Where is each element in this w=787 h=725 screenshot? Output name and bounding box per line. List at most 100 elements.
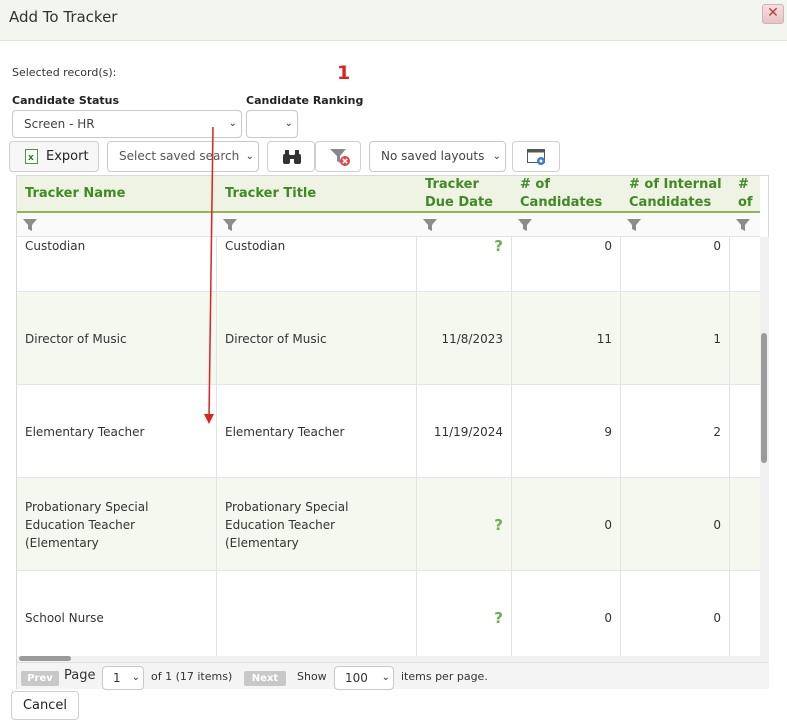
cell-tracker-title: Probationary Special Education Teacher (… bbox=[217, 478, 417, 571]
col-header-due-date[interactable]: Tracker Due Date bbox=[417, 176, 512, 211]
cell-tracker-name: School Nurse bbox=[17, 571, 217, 656]
vertical-scroll-thumb[interactable] bbox=[761, 333, 767, 463]
per-page-label: items per page. bbox=[401, 670, 488, 683]
cell-tracker-name: Custodian bbox=[17, 237, 217, 292]
col-header-tracker-title[interactable]: Tracker Title bbox=[217, 176, 417, 211]
export-label: Export bbox=[46, 149, 89, 164]
layout-settings-button[interactable] bbox=[512, 141, 560, 172]
filter-row bbox=[17, 213, 760, 237]
chevron-down-icon: ⌄ bbox=[492, 151, 501, 162]
cell-due-date: ? bbox=[417, 478, 512, 571]
cell-candidates: 0 bbox=[512, 571, 621, 656]
cell-tracker-title: Custodian bbox=[217, 237, 417, 292]
dialog-title: Add To Tracker bbox=[9, 8, 118, 26]
unknown-date-icon: ? bbox=[494, 237, 503, 255]
cell-candidates: 0 bbox=[512, 237, 621, 292]
filter-icon[interactable] bbox=[736, 219, 750, 231]
search-button[interactable] bbox=[267, 141, 315, 172]
cell-tracker-name: Elementary Teacher bbox=[17, 385, 217, 478]
unknown-date-icon: ? bbox=[494, 515, 503, 534]
saved-search-value: Select saved search bbox=[119, 149, 240, 163]
candidate-status-label: Candidate Status bbox=[12, 94, 120, 107]
page-label: Page bbox=[64, 668, 96, 683]
col-header-internal-candidates[interactable]: # of Internal Candidates bbox=[621, 176, 730, 211]
cell-extra bbox=[730, 571, 760, 656]
candidate-status-select[interactable]: Screen - HR ⌄ bbox=[12, 110, 242, 138]
table-row[interactable]: Director of Music Director of Music 11/8… bbox=[17, 292, 760, 385]
cell-extra bbox=[730, 478, 760, 571]
show-label: Show bbox=[297, 670, 327, 683]
filter-icon[interactable] bbox=[627, 219, 641, 231]
table-row[interactable]: Elementary Teacher Elementary Teacher 11… bbox=[17, 385, 760, 478]
cancel-button[interactable]: Cancel bbox=[11, 691, 79, 720]
pager: Prev Page 1 ⌄ of 1 (17 items) Next Show … bbox=[17, 662, 769, 690]
unknown-date-icon: ? bbox=[494, 608, 503, 627]
chevron-down-icon: ⌄ bbox=[228, 118, 237, 129]
next-page-button[interactable]: Next bbox=[244, 671, 286, 686]
export-button[interactable]: x Export bbox=[9, 141, 99, 172]
close-icon: ✕ bbox=[767, 5, 779, 21]
clear-filter-button[interactable] bbox=[315, 141, 361, 172]
cell-internal-candidates: 0 bbox=[621, 571, 730, 656]
saved-layouts-value: No saved layouts bbox=[381, 149, 485, 163]
clear-filter-icon bbox=[330, 149, 350, 166]
cell-extra bbox=[730, 237, 760, 292]
cell-extra bbox=[730, 292, 760, 385]
cell-tracker-name: Probationary Special Education Teacher (… bbox=[17, 478, 217, 571]
candidate-ranking-select[interactable]: ⌄ bbox=[246, 110, 298, 138]
saved-layouts-select[interactable]: No saved layouts ⌄ bbox=[369, 141, 506, 172]
page-size-value: 100 bbox=[345, 671, 368, 685]
cell-due-date: ? bbox=[417, 571, 512, 656]
binoculars-icon bbox=[283, 150, 301, 164]
cell-due-date: ? bbox=[417, 237, 512, 292]
prev-page-button[interactable]: Prev bbox=[21, 671, 59, 686]
page-select[interactable]: 1 ⌄ bbox=[102, 666, 144, 690]
cell-tracker-title: Director of Music bbox=[217, 292, 417, 385]
excel-icon: x bbox=[25, 149, 38, 164]
layout-settings-icon bbox=[527, 149, 545, 165]
col-header-candidates-extra[interactable]: # of Candidates bbox=[730, 176, 760, 211]
svg-text:x: x bbox=[28, 153, 34, 163]
col-header-tracker-name[interactable]: Tracker Name bbox=[17, 176, 217, 211]
chevron-down-icon: ⌄ bbox=[381, 672, 390, 683]
table-row[interactable]: Probationary Special Education Teacher (… bbox=[17, 478, 760, 571]
candidate-status-value: Screen - HR bbox=[24, 117, 95, 131]
cell-extra bbox=[730, 385, 760, 478]
tracker-grid: Tracker Name Tracker Title Tracker Due D… bbox=[16, 175, 769, 690]
filter-icon[interactable] bbox=[223, 219, 237, 231]
cell-internal-candidates: 1 bbox=[621, 292, 730, 385]
cell-internal-candidates: 0 bbox=[621, 478, 730, 571]
close-button[interactable]: ✕ bbox=[762, 4, 784, 24]
grid-header: Tracker Name Tracker Title Tracker Due D… bbox=[17, 176, 760, 213]
cell-due-date: 11/8/2023 bbox=[417, 292, 512, 385]
dialog-titlebar: Add To Tracker ✕ bbox=[0, 0, 787, 41]
selected-records-label: Selected record(s): bbox=[12, 66, 117, 79]
saved-search-select[interactable]: Select saved search ⌄ bbox=[107, 141, 259, 172]
cell-tracker-title: Elementary Teacher bbox=[217, 385, 417, 478]
selected-count: 1 bbox=[337, 62, 351, 84]
cell-candidates: 11 bbox=[512, 292, 621, 385]
filter-icon[interactable] bbox=[23, 219, 37, 231]
cell-internal-candidates: 2 bbox=[621, 385, 730, 478]
cell-tracker-name: Director of Music bbox=[17, 292, 217, 385]
cell-tracker-title bbox=[217, 571, 417, 656]
filter-icon[interactable] bbox=[423, 219, 437, 231]
page-size-select[interactable]: 100 ⌄ bbox=[334, 666, 394, 690]
chevron-down-icon: ⌄ bbox=[131, 672, 140, 683]
page-value: 1 bbox=[113, 671, 121, 685]
col-header-candidates[interactable]: # of Candidates bbox=[512, 176, 621, 211]
vertical-scrollbar[interactable] bbox=[760, 237, 769, 656]
filter-icon[interactable] bbox=[518, 219, 532, 231]
cell-candidates: 0 bbox=[512, 478, 621, 571]
candidate-ranking-label: Candidate Ranking bbox=[246, 94, 364, 107]
horizontal-scroll-thumb[interactable] bbox=[19, 656, 71, 661]
grid-body: Custodian Custodian ? 0 0 Director of Mu… bbox=[17, 237, 760, 656]
chevron-down-icon: ⌄ bbox=[284, 118, 293, 129]
cell-candidates: 9 bbox=[512, 385, 621, 478]
table-row[interactable]: School Nurse ? 0 0 bbox=[17, 571, 760, 656]
chevron-down-icon: ⌄ bbox=[245, 151, 254, 162]
cell-internal-candidates: 0 bbox=[621, 237, 730, 292]
table-row[interactable]: Custodian Custodian ? 0 0 bbox=[17, 237, 760, 292]
cell-due-date: 11/19/2024 bbox=[417, 385, 512, 478]
page-count-text: of 1 (17 items) bbox=[151, 670, 233, 683]
